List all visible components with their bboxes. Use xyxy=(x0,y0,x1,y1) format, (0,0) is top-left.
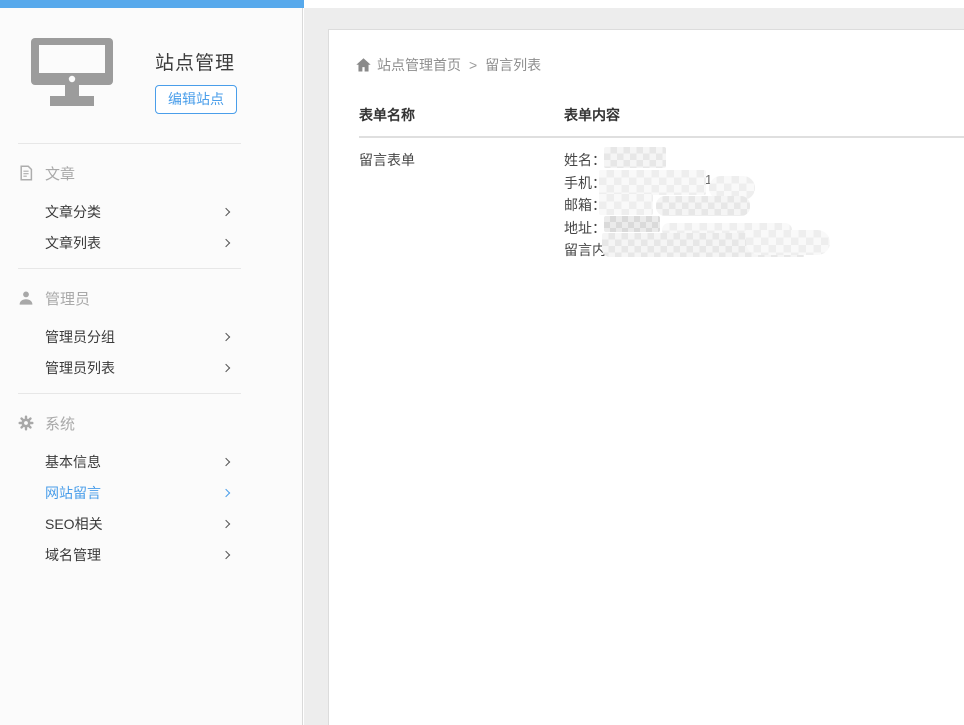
chevron-right-icon xyxy=(222,364,230,372)
redacted-name-value xyxy=(604,147,666,168)
item-label: 基本信息 xyxy=(45,452,101,472)
table-header-row: 表单名称 表单内容 xyxy=(359,105,964,138)
form-content-cell: 姓名： 手机： 邮箱： 地址： 留言内 1 xyxy=(564,149,964,262)
breadcrumb-current: 留言列表 xyxy=(485,55,541,75)
section-header-admin: 管理员 xyxy=(18,283,241,313)
page: 站点管理 编辑站点 文章 文章分类 xyxy=(0,0,964,725)
menu-section-article: 文章 文章分类 文章列表 xyxy=(18,143,241,268)
section-header-system: 系统 xyxy=(18,408,241,438)
chevron-right-icon xyxy=(222,458,230,466)
edit-site-button[interactable]: 编辑站点 xyxy=(155,85,237,114)
redacted-message-value xyxy=(746,230,830,255)
item-label: 文章分类 xyxy=(45,202,101,222)
sidebar-item-article-category[interactable]: 文章分类 xyxy=(18,196,241,227)
table-row: 留言表单 姓名： 手机： 邮箱： 地址： 留言内 1 xyxy=(359,138,964,262)
top-accent-bar xyxy=(0,0,305,8)
chevron-right-icon xyxy=(222,239,230,247)
redacted-phone-value xyxy=(599,170,706,195)
item-label: 管理员列表 xyxy=(45,358,115,378)
sidebar: 站点管理 编辑站点 文章 文章分类 xyxy=(0,8,303,725)
chevron-right-icon xyxy=(222,208,230,216)
top-white-strip xyxy=(304,0,964,8)
menu-section-admin: 管理员 管理员分组 管理员列表 xyxy=(18,268,241,393)
admin-icon xyxy=(18,290,34,306)
breadcrumb-home-link[interactable]: 站点管理首页 xyxy=(377,55,461,75)
redacted-address-value xyxy=(604,216,660,232)
redacted-email-value xyxy=(656,196,750,216)
form-name-cell: 留言表单 xyxy=(359,149,564,262)
item-label: SEO相关 xyxy=(45,514,103,534)
sidebar-item-site-messages[interactable]: 网站留言 xyxy=(18,477,241,508)
column-header-form-name: 表单名称 xyxy=(359,105,564,125)
section-header-article: 文章 xyxy=(18,158,241,188)
chevron-right-icon xyxy=(222,551,230,559)
chevron-right-icon xyxy=(222,489,230,497)
item-label: 文章列表 xyxy=(45,233,101,253)
breadcrumb-separator: > xyxy=(467,57,479,73)
item-label: 管理员分组 xyxy=(45,327,115,347)
section-label: 文章 xyxy=(45,163,75,184)
article-icon xyxy=(18,165,34,181)
system-gear-icon xyxy=(18,415,34,431)
chevron-right-icon xyxy=(222,520,230,528)
menu-section-system: 系统 基本信息 网站留言 SEO相关 域名管理 xyxy=(18,393,241,580)
sidebar-item-domain[interactable]: 域名管理 xyxy=(18,539,241,570)
messages-table: 表单名称 表单内容 留言表单 姓名： 手机： 邮箱： 地址： 留言内 1 xyxy=(359,105,964,262)
monitor-icon xyxy=(31,38,113,113)
chevron-right-icon xyxy=(222,333,230,341)
section-label: 管理员 xyxy=(45,288,90,309)
main-area: 站点管理首页 > 留言列表 表单名称 表单内容 留言表单 姓名： 手机： 邮箱：… xyxy=(304,0,964,725)
content-card: 站点管理首页 > 留言列表 表单名称 表单内容 留言表单 姓名： 手机： 邮箱：… xyxy=(328,29,964,725)
section-label: 系统 xyxy=(45,413,75,434)
item-label: 域名管理 xyxy=(45,545,101,565)
sidebar-item-admin-list[interactable]: 管理员列表 xyxy=(18,352,241,383)
redacted-email-value xyxy=(599,194,653,215)
sidebar-item-article-list[interactable]: 文章列表 xyxy=(18,227,241,258)
site-title: 站点管理 xyxy=(155,48,235,75)
sidebar-item-basic-info[interactable]: 基本信息 xyxy=(18,446,241,477)
sidebar-header: 站点管理 编辑站点 xyxy=(0,8,302,143)
breadcrumb: 站点管理首页 > 留言列表 xyxy=(356,55,541,75)
home-icon xyxy=(356,58,371,72)
item-label: 网站留言 xyxy=(45,483,101,503)
sidebar-item-seo[interactable]: SEO相关 xyxy=(18,508,241,539)
sidebar-menu: 文章 文章分类 文章列表 xyxy=(18,143,241,580)
column-header-form-content: 表单内容 xyxy=(564,105,964,125)
sidebar-item-admin-group[interactable]: 管理员分组 xyxy=(18,321,241,352)
